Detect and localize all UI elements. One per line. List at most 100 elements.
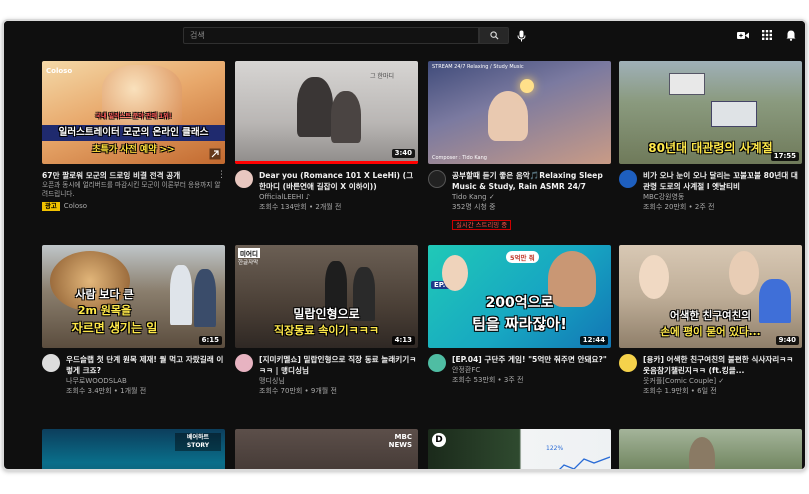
channel-name[interactable]: MBC강원영동 [643,192,802,202]
thumb-chart-label: 122% [546,445,564,452]
ad-badge: 광고 [42,202,60,211]
thumb-chart-line [559,456,610,469]
channel-avatar[interactable] [428,354,446,372]
video-card[interactable]: STREAM 24/7 Relaxing / Study Music Compo… [428,61,611,240]
live-badge: 실시간 스트리밍 중 [452,220,512,230]
channel-avatar[interactable] [619,354,637,372]
thumb-person [639,255,669,299]
video-title[interactable]: [EP.04] 구단주 게임! "5억만 줘주면 안돼요?" [452,354,611,365]
thumb-bubble: 5억만 줘 [506,251,539,263]
video-title[interactable]: 67만 팔로워 모군의 드로잉 비결 전격 공개 [42,170,225,181]
video-stats: 조회수 70만회 • 9개월 전 [259,387,337,395]
video-thumbnail[interactable]: STREAM 24/7 Relaxing / Study Music Compo… [428,61,611,164]
channel-name[interactable]: 안정환FC [452,365,611,375]
video-thumbnail[interactable]: Coloso 국내 일러스트 분야 판매 1위! 일러스트레이터 모군의 온라인… [42,61,225,164]
thumb-text: 베어하트 STORY [175,433,221,451]
channel-name[interactable]: Tido Kang ✓ [452,192,611,202]
search-icon [489,31,499,40]
video-duration: 12:44 [579,336,608,345]
thumb-text: 그 한마디 [370,73,394,80]
video-stats: 조회수 134만회 • 2개월 전 [259,203,342,211]
video-card[interactable]: D 122% [428,429,611,469]
thumb-text-line2: 2m 원목을 [77,304,132,317]
video-card[interactable]: MBC NEWS [235,429,418,469]
thumb-text-main: 일러스트레이터 모군의 온라인 클래스 [58,127,209,138]
thumb-text-line3: 자르면 생기는 일 [71,321,158,335]
video-card[interactable]: 80년대 대관령의 사계절 17:55 비가 오나 눈이 오나 달리는 꼬불꼬불… [619,61,802,240]
create-button[interactable] [736,28,750,42]
more-options-icon[interactable]: ⋮ [217,170,226,182]
video-card[interactable]: 미어디 한글자막 밀랍인형으로 직장동료 속이기ㅋㅋㅋ 4:13 [지미키멜쇼]… [235,245,418,424]
video-thumbnail[interactable]: 사람 보다 큰 2m 원목을 자르면 생기는 일 6:15 [42,245,225,348]
video-title[interactable]: 우드슬랩 첫 단계 원목 제재! 월 먹고 자랐길래 이렇게 크죠? [66,354,225,376]
channel-avatar[interactable] [619,170,637,188]
thumb-animal [689,437,715,469]
video-thumbnail[interactable]: 어색한 친구여친의 손에 평이 묻어 있다... 9:40 [619,245,802,348]
thumb-text-line1: 어색한 친구여친의 [670,310,751,322]
channel-name[interactable]: 맹디싱님 [259,376,418,386]
video-title[interactable]: [용카] 어색한 친구여친의 불편한 식사자리ㅋㅋ 웃음참기챌린지ㅋㅋ (ft.… [643,354,802,376]
video-title[interactable]: 비가 오나 눈이 오나 달리는 꼬불꼬불 80년대 대관령 도로의 사계절 l … [643,170,802,192]
video-card[interactable]: 사람 보다 큰 2m 원목을 자르면 생기는 일 6:15 우드슬랩 첫 단계 … [42,245,225,424]
channel-name[interactable]: 나무로WOODSLAB [66,376,225,386]
video-duration: 6:15 [198,336,222,345]
channel-name[interactable]: 웃커플[Comic Couple] ✓ [643,376,802,386]
voice-search-button[interactable] [514,28,528,43]
video-card[interactable]: 그 한마디 3:40 Dear you (Romance 101 X LeeHi… [235,61,418,240]
thumb-lamp [520,79,534,93]
video-title[interactable]: [지미키멜쇼] 밀랍인형으로 직장 동료 놀래키기ㅋㅋㅋ | 맹디싱님 [259,354,418,376]
video-stats: 조회수 20만회 • 2주 전 [643,203,715,211]
thumb-person [729,251,759,295]
video-thumbnail[interactable]: EP.04 5억만 줘 200억으로 팀을 짜라잖아! 12:44 [428,245,611,348]
thumb-bus [669,73,705,95]
thumb-text-line2: 팀을 짜라잖아! [472,315,567,333]
video-thumbnail[interactable]: D 122% [428,429,611,469]
thumb-figure [488,91,528,141]
video-duration: 17:55 [770,152,799,161]
video-thumbnail[interactable]: 미어디 한글자막 밀랍인형으로 직장동료 속이기ㅋㅋㅋ 4:13 [235,245,418,348]
video-card[interactable]: EP.04 5억만 줘 200억으로 팀을 짜라잖아! 12:44 [EP.04… [428,245,611,424]
video-camera-icon [737,31,749,39]
thumb-text-line1: 밀랍인형으로 [293,307,360,321]
thumb-figure [331,91,361,143]
video-stats: 조회수 3.4만회 • 1개월 전 [66,387,147,395]
thumb-badge-sub: 한글자막 [238,260,259,266]
top-bar: 검색 [4,21,805,49]
video-thumbnail[interactable]: MBC NEWS [235,429,418,469]
video-card[interactable]: 베어하트 STORY [42,429,225,469]
thumb-badge: 미어디 [238,248,260,258]
video-title[interactable]: 공부할때 듣기 좋은 음악🎵Relaxing Sleep Music & Stu… [452,170,611,192]
youtube-window: 검색 Coloso 국내 일러스트 분야 판매 1위! 일러스트레이터 모군의 … [2,19,807,471]
watch-progress-bar [235,161,418,164]
thumb-text-line1: 사람 보다 큰 [75,288,134,301]
video-duration: 9:40 [775,336,799,345]
notifications-button[interactable] [784,28,798,42]
video-thumbnail[interactable] [619,429,802,469]
video-card[interactable] [619,429,802,469]
video-duration: 3:40 [391,149,415,158]
video-thumbnail[interactable]: 베어하트 STORY [42,429,225,469]
channel-avatar[interactable] [42,354,60,372]
thumb-caption: Composer : Tido Kang [432,155,487,161]
search-input[interactable]: 검색 [183,27,479,44]
thumb-text-cta: 초특가 사전 예약 >> [92,145,175,155]
thumb-text-line1: 200억으로 [485,295,554,311]
thumb-person [170,265,192,325]
video-card-ad[interactable]: Coloso 국내 일러스트 분야 판매 1위! 일러스트레이터 모군의 온라인… [42,61,226,240]
channel-avatar[interactable] [235,354,253,372]
apps-button[interactable] [760,28,774,42]
thumb-text: D [432,433,446,447]
search-button[interactable] [479,27,509,44]
channel-avatar[interactable] [428,170,446,188]
channel-avatar[interactable] [235,170,253,188]
channel-name[interactable]: Coloso [64,202,87,210]
video-thumbnail[interactable]: 그 한마디 3:40 [235,61,418,164]
channel-name[interactable]: OfficialLEEHI ♪ [259,192,418,202]
external-link-icon[interactable] [209,148,221,160]
thumb-person [194,269,216,327]
apps-grid-icon [762,30,772,40]
video-thumbnail[interactable]: 80년대 대관령의 사계절 17:55 [619,61,802,164]
video-title[interactable]: Dear you (Romance 101 X LeeHi) (그 한마디 (바… [259,170,418,192]
thumb-brand: Coloso [46,67,73,75]
video-card[interactable]: 어색한 친구여친의 손에 평이 묻어 있다... 9:40 [용카] 어색한 친… [619,245,802,424]
